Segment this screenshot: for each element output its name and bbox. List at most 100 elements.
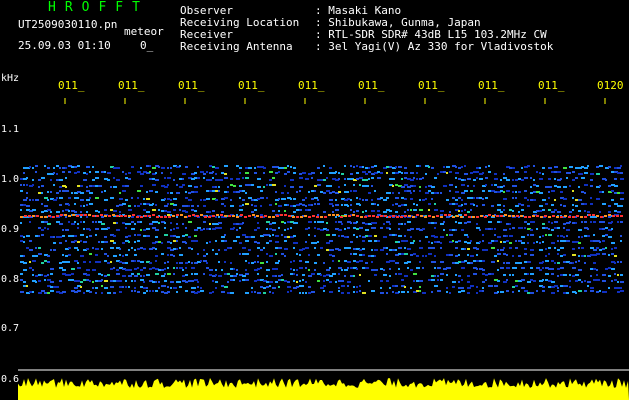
signal-pixel [110, 268, 113, 270]
signal-pixel [32, 179, 34, 181]
signal-pixel [590, 287, 594, 289]
carrier-pixel [532, 215, 535, 217]
signal-pixel [257, 242, 260, 244]
signal-pixel [311, 177, 313, 179]
signal-pixel [593, 234, 595, 236]
signal-pixel [395, 234, 397, 236]
signal-pixel [374, 227, 376, 229]
signal-pixel [110, 240, 114, 242]
signal-pixel [95, 210, 98, 212]
signal-pixel [590, 240, 593, 242]
signal-pixel [389, 234, 392, 236]
signal-pixel [236, 269, 238, 271]
signal-pixel [86, 173, 88, 175]
signal-pixel [608, 275, 611, 277]
signal-pixel [425, 255, 427, 257]
signal-pixel [461, 166, 463, 168]
signal-pixel [269, 291, 271, 293]
signal-pixel [392, 285, 395, 287]
signal-pixel [224, 261, 226, 263]
signal-pixel [161, 172, 163, 174]
signal-pixel [584, 203, 587, 205]
carrier-pixel [536, 215, 539, 217]
signal-pixel [38, 227, 41, 229]
signal-pixel [503, 177, 507, 179]
carrier-pixel [188, 215, 191, 217]
signal-pixel [146, 287, 148, 289]
signal-pixel [455, 247, 458, 249]
signal-pixel [524, 221, 527, 223]
signal-pixel [584, 280, 586, 282]
signal-pixel [347, 205, 349, 207]
signal-pixel [620, 165, 622, 167]
signal-pixel [509, 242, 512, 244]
signal-pixel [557, 287, 559, 289]
signal-pixel [281, 192, 284, 194]
signal-pixel [611, 171, 614, 173]
signal-pixel [509, 228, 511, 230]
signal-pixel [578, 269, 582, 271]
signal-pixel [272, 234, 274, 236]
signal-pixel [242, 275, 246, 277]
signal-pixel [167, 198, 170, 200]
signal-pixel [224, 191, 227, 193]
signal-pixel [197, 177, 200, 179]
signal-pixel [524, 227, 526, 229]
carrier-pixel [52, 216, 55, 218]
signal-pixel [32, 209, 36, 211]
signal-pixel [65, 177, 67, 179]
signal-pixel [392, 260, 395, 262]
signal-pixel [275, 172, 278, 174]
signal-pixel [620, 205, 623, 207]
signal-pixel [566, 235, 568, 237]
signal-pixel [542, 290, 545, 292]
signal-pixel [527, 261, 531, 263]
signal-pixel [86, 274, 90, 276]
signal-pixel [194, 279, 198, 281]
signal-pixel [86, 199, 90, 201]
signal-pixel [20, 279, 23, 281]
signal-pixel [491, 285, 493, 287]
signal-pixel [104, 190, 106, 192]
signal-pixel [251, 287, 253, 289]
signal-pixel [350, 253, 352, 255]
signal-pixel [440, 247, 442, 249]
signal-pixel [146, 211, 150, 213]
signal-pixel [230, 199, 232, 201]
signal-pixel [80, 205, 82, 207]
signal-pixel [503, 274, 506, 276]
signal-pixel [290, 186, 294, 188]
signal-pixel [557, 253, 559, 255]
signal-pixel [419, 186, 421, 188]
carrier-pixel [168, 216, 171, 218]
signal-pixel [173, 235, 176, 237]
signal-pixel [305, 205, 307, 207]
signal-pixel [236, 273, 238, 275]
signal-pixel [605, 234, 608, 236]
signal-pixel [176, 262, 178, 264]
signal-pixel [281, 221, 284, 223]
signal-pixel [236, 229, 238, 231]
signal-pixel [287, 165, 289, 167]
signal-pixel [140, 261, 144, 263]
signal-pixel [56, 192, 59, 194]
signal-pixel [569, 262, 572, 264]
signal-pixel [485, 279, 487, 281]
signal-pixel [185, 274, 188, 276]
signal-pixel [122, 286, 124, 288]
signal-pixel [191, 287, 194, 289]
signal-pixel [86, 248, 89, 250]
signal-pixel [38, 179, 41, 181]
signal-pixel [581, 236, 583, 238]
signal-pixel [431, 242, 433, 244]
signal-pixel [449, 184, 453, 186]
signal-pixel [188, 280, 191, 282]
signal-pixel [20, 190, 23, 192]
signal-pixel [584, 210, 586, 212]
signal-pixel [131, 221, 134, 223]
signal-pixel [329, 172, 332, 174]
signal-pixel [326, 279, 329, 281]
receiver-value: : RTL-SDR SDR# 43dB L15 103.2MHz CW [315, 28, 547, 41]
signal-pixel [524, 190, 527, 192]
carrier-pixel [400, 216, 403, 218]
